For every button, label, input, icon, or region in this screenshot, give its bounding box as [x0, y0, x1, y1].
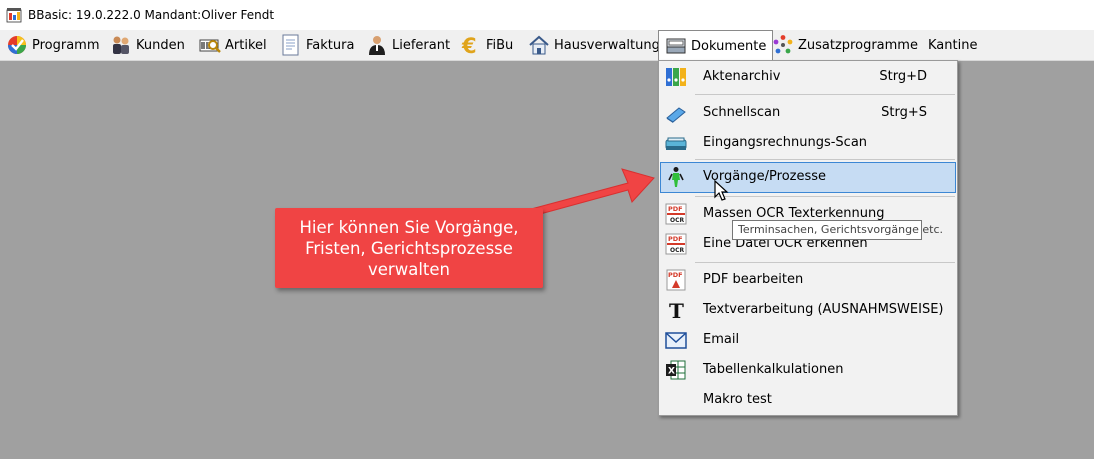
- faktura-icon: [280, 34, 302, 56]
- menu-item-makro-test[interactable]: Makro test: [660, 385, 956, 415]
- scanner-icon: [665, 102, 687, 124]
- tabellenkalkulationen-label: Tabellenkalkulationen: [703, 362, 844, 377]
- programm-icon: [6, 34, 28, 56]
- app-logo-icon: [6, 7, 22, 23]
- menu-dokumente-label: Dokumente: [691, 38, 767, 54]
- pdf-ocr-icon: PDF OCR: [665, 203, 687, 225]
- svg-text:T: T: [669, 299, 684, 321]
- menu-item-eingangsrechnungs-scan[interactable]: Eingangsrechnungs-Scan: [660, 128, 956, 158]
- menu-item-tabellenkalkulationen[interactable]: X Tabellenkalkulationen: [660, 355, 956, 385]
- menu-item-email[interactable]: Email: [660, 325, 956, 355]
- massen-ocr-label: Massen OCR Texterkennung: [703, 206, 885, 221]
- euro-icon: €: [460, 34, 482, 58]
- menu-bar: Programm Kunden Artikel Faktura Lieferan…: [0, 30, 1094, 61]
- svg-text:PDF: PDF: [668, 235, 683, 243]
- menu-item-textverarbeitung[interactable]: T Textverarbeitung (AUSNAHMSWEISE): [660, 295, 956, 325]
- window-title: BBasic: 19.0.222.0 Mandant:Oliver Fendt: [28, 8, 275, 22]
- menu-separator: [695, 94, 955, 95]
- menu-lieferant[interactable]: Lieferant: [366, 30, 450, 60]
- svg-text:PDF: PDF: [668, 205, 683, 213]
- svg-text:OCR: OCR: [670, 217, 685, 224]
- menu-kunden-label: Kunden: [136, 37, 185, 53]
- pdf-icon: PDF: [665, 269, 687, 291]
- menu-artikel-label: Artikel: [225, 37, 267, 53]
- kunden-icon: [110, 34, 132, 56]
- menu-programm[interactable]: Programm: [6, 30, 100, 60]
- aktenarchiv-label: Aktenarchiv: [703, 69, 781, 84]
- menu-lieferant-label: Lieferant: [392, 37, 451, 53]
- envelope-icon: [665, 329, 687, 351]
- menu-separator: [695, 262, 955, 263]
- email-label: Email: [703, 332, 740, 347]
- menu-artikel[interactable]: Artikel: [199, 30, 267, 60]
- tooltip: Terminsachen, Gerichtsvorgänge etc.: [732, 220, 943, 240]
- menu-kantine-label: Kantine: [928, 37, 978, 53]
- menu-separator: [695, 159, 955, 160]
- inbox-tray-icon: [665, 35, 687, 57]
- house-icon: [528, 34, 550, 56]
- svg-text:X: X: [668, 367, 675, 377]
- menu-separator: [695, 196, 955, 197]
- flatbed-scanner-icon: [665, 132, 687, 154]
- menu-item-pdf-bearbeiten[interactable]: PDF PDF bearbeiten: [660, 265, 956, 295]
- schnellscan-shortcut: Strg+S: [881, 105, 927, 120]
- annotation-callout: Hier können Sie Vorgänge, Fristen, Geric…: [275, 208, 543, 288]
- menu-faktura[interactable]: Faktura: [280, 30, 354, 60]
- callout-line-2: Fristen, Gerichtsprozesse: [305, 238, 513, 258]
- menu-item-schnellscan[interactable]: Schnellscan Strg+S: [660, 98, 956, 128]
- mouse-cursor-icon: [714, 180, 729, 201]
- menu-zusatzprogramme-label: Zusatzprogramme: [798, 37, 918, 53]
- menu-zusatzprogramme[interactable]: Zusatzprogramme: [772, 30, 918, 60]
- menu-faktura-label: Faktura: [306, 37, 355, 53]
- menu-fibu[interactable]: € FiBu: [460, 30, 513, 60]
- person-walking-icon: [665, 166, 687, 188]
- callout-line-1: Hier können Sie Vorgänge,: [299, 217, 519, 237]
- menu-item-vorgaenge-prozesse[interactable]: Vorgänge/Prozesse: [660, 162, 956, 193]
- menu-kantine[interactable]: Kantine: [928, 30, 977, 60]
- menu-item-aktenarchiv[interactable]: Aktenarchiv Strg+D: [660, 62, 956, 92]
- title-bar: BBasic: 19.0.222.0 Mandant:Oliver Fendt: [0, 0, 1094, 30]
- svg-text:€: €: [461, 34, 477, 56]
- eingangsrechnungs-scan-label: Eingangsrechnungs-Scan: [703, 135, 868, 150]
- pdf-ocr-icon: PDF OCR: [665, 233, 687, 255]
- textverarbeitung-label: Textverarbeitung (AUSNAHMSWEISE): [703, 302, 944, 317]
- aktenarchiv-shortcut: Strg+D: [879, 69, 927, 84]
- menu-fibu-label: FiBu: [486, 37, 514, 53]
- svg-text:PDF: PDF: [668, 271, 683, 279]
- svg-text:OCR: OCR: [670, 247, 685, 254]
- menu-programm-label: Programm: [32, 37, 100, 53]
- menu-dokumente[interactable]: Dokumente: [658, 30, 774, 61]
- menu-hausverwaltung[interactable]: Hausverwaltung: [528, 30, 660, 60]
- excel-icon: X: [665, 359, 687, 381]
- menu-kunden[interactable]: Kunden: [110, 30, 185, 60]
- makro-test-label: Makro test: [703, 392, 772, 407]
- lieferant-icon: [366, 34, 388, 56]
- artikel-icon: [199, 34, 221, 56]
- callout-line-3: verwalten: [368, 259, 450, 279]
- text-t-icon: T: [665, 299, 687, 323]
- binders-icon: [665, 66, 687, 88]
- menu-hausverwaltung-label: Hausverwaltung: [554, 37, 660, 53]
- pdf-bearbeiten-label: PDF bearbeiten: [703, 272, 804, 287]
- schnellscan-label: Schnellscan: [703, 105, 781, 120]
- people-circle-icon: [772, 34, 794, 56]
